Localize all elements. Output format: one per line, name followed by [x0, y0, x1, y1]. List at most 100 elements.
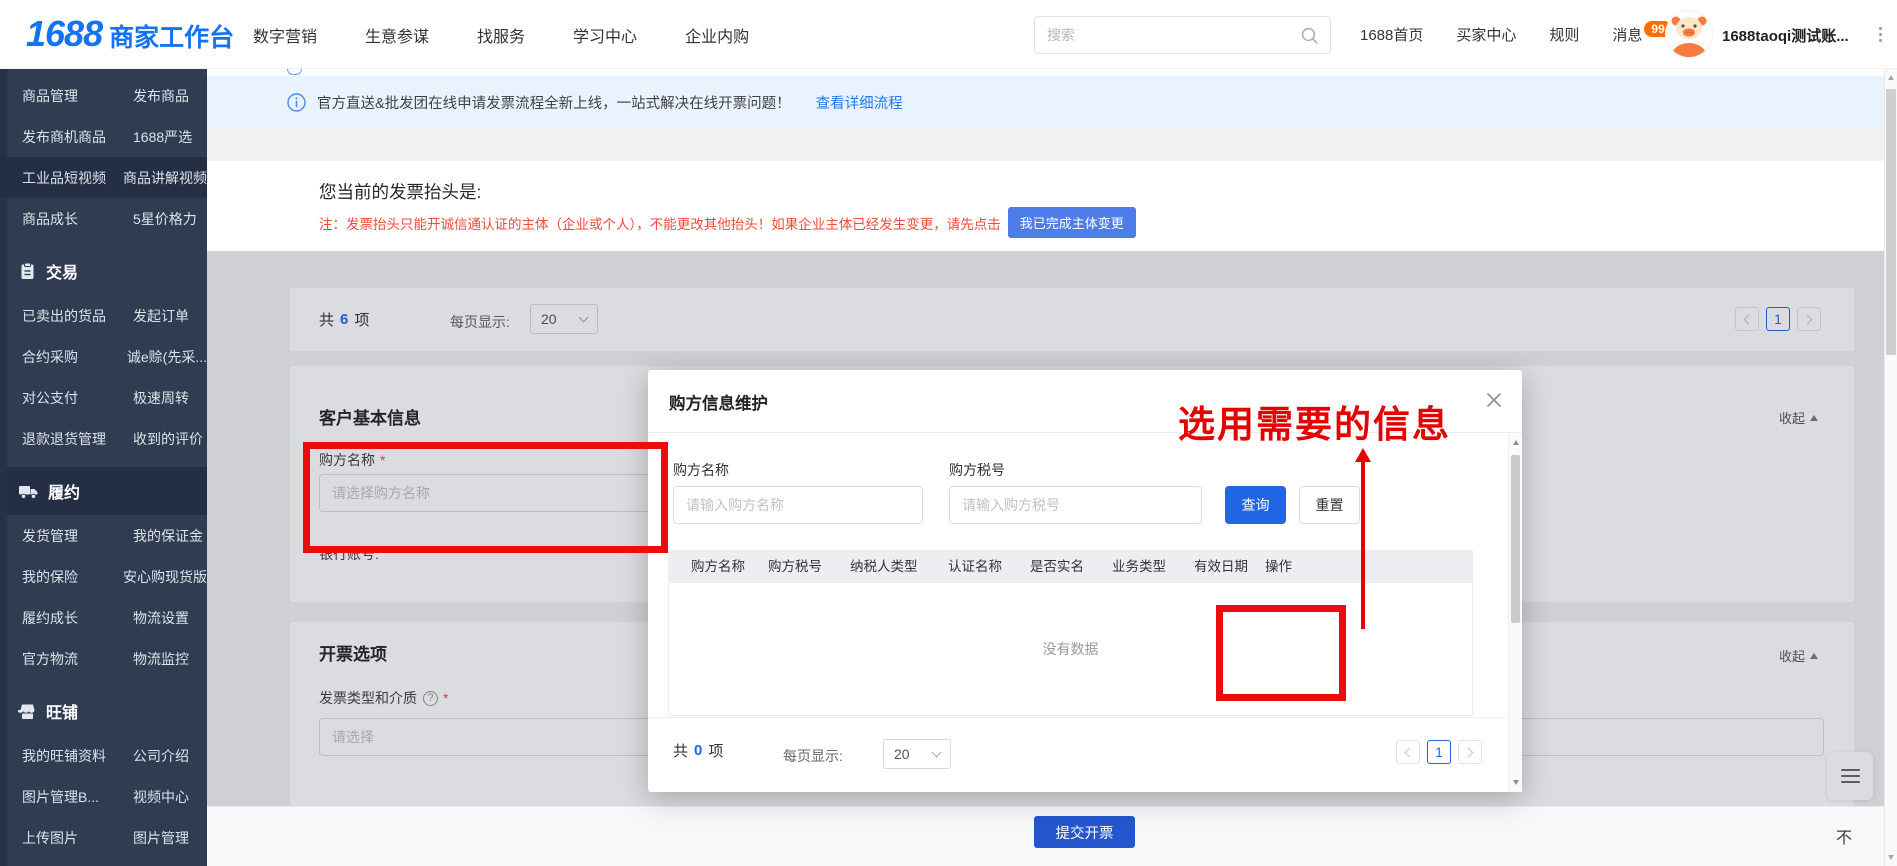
sidebar: 商品管理 发布商品 发布商机商品 1688严选 工业品短视频 商品讲解视频 商品… — [0, 69, 207, 866]
sidebar-row: 图片管理B... 视频中心 — [0, 776, 207, 817]
scroll-up-icon[interactable] — [1888, 75, 1894, 80]
sidebar-item[interactable]: 极速周转 — [133, 388, 207, 408]
modal-next-page-button[interactable] — [1458, 740, 1482, 764]
sidebar-item[interactable]: 商品讲解视频 — [123, 168, 207, 188]
link-rules[interactable]: 规则 — [1549, 24, 1579, 45]
modal-buyer-name-input[interactable] — [673, 486, 923, 524]
sidebar-item[interactable]: 官方物流 — [22, 649, 133, 669]
sidebar-item[interactable]: 履约成长 — [22, 608, 133, 628]
sidebar-item[interactable]: 商品管理 — [22, 86, 133, 106]
search-input[interactable] — [1035, 27, 1300, 43]
logo-number: 1688 — [26, 13, 102, 55]
account-name[interactable]: 1688taoqi测试账... — [1722, 25, 1856, 46]
sidebar-item[interactable]: 对公支付 — [22, 388, 133, 408]
link-1688-home[interactable]: 1688首页 — [1360, 24, 1423, 45]
modal-title: 购方信息维护 — [669, 390, 768, 414]
sidebar-item[interactable]: 物流设置 — [133, 608, 207, 628]
sidebar-row: 合约采购 诚e赊(先采... — [0, 336, 207, 377]
nav-item-enterprise-purchase[interactable]: 企业内购 — [685, 23, 749, 47]
buyer-table: 购方名称 购方税号 纳税人类型 认证名称 是否实名 业务类型 有效日期 操作 没… — [668, 550, 1473, 716]
invoice-header-section: 您当前的发票抬头是: 注：发票抬头只能开诚信通认证的主体（企业或个人），不能更改… — [207, 161, 1884, 251]
sidebar-item[interactable]: 收到的评价 — [133, 429, 207, 449]
col-header: 购方名称 — [691, 550, 745, 583]
modal-prev-page-button[interactable] — [1396, 740, 1420, 764]
nav-item-business-advisor[interactable]: 生意参谋 — [365, 23, 429, 47]
floating-text-fragment: 不 — [1836, 824, 1852, 848]
more-menu-icon[interactable] — [1877, 25, 1884, 44]
col-header: 认证名称 — [948, 550, 1002, 583]
scroll-down-icon[interactable] — [1888, 855, 1894, 860]
avatar[interactable] — [1666, 11, 1712, 57]
info-icon — [287, 93, 306, 112]
annotation-rect-table — [1216, 605, 1346, 701]
sidebar-item[interactable]: 发布商品 — [133, 86, 207, 106]
scrolled-notice-sliver — [207, 69, 1884, 76]
sidebar-row: 商品管理 发布商品 — [0, 75, 207, 116]
sidebar-item[interactable]: 诚e赊(先采... — [127, 347, 207, 367]
invoice-warning-row: 注：发票抬头只能开诚信通认证的主体（企业或个人），不能更改其他抬头！如果企业主体… — [319, 207, 1136, 238]
sidebar-section-title: 交易 — [46, 259, 78, 283]
nav-item-digital-marketing[interactable]: 数字营销 — [253, 23, 317, 47]
modal-scrollbar[interactable] — [1508, 433, 1522, 792]
link-buyer-center[interactable]: 买家中心 — [1456, 24, 1516, 45]
sidebar-item[interactable]: 上传图片 — [22, 828, 133, 848]
sidebar-item[interactable]: 商品成长 — [22, 209, 133, 229]
nav-item-find-services[interactable]: 找服务 — [477, 23, 525, 47]
shop-icon — [18, 702, 37, 720]
modal-page-size-select[interactable]: 20 — [883, 739, 951, 769]
sidebar-item[interactable]: 发布商机商品 — [22, 127, 133, 147]
modal-scrollbar-thumb[interactable] — [1511, 455, 1520, 623]
sidebar-item[interactable]: 我的保证金 — [133, 526, 207, 546]
sidebar-item[interactable]: 安心购现货版 — [123, 567, 207, 587]
col-header: 业务类型 — [1112, 550, 1166, 583]
col-header: 有效日期 — [1194, 550, 1248, 583]
reset-button[interactable]: 重置 — [1299, 486, 1360, 524]
sidebar-item[interactable]: 退款退货管理 — [22, 429, 133, 449]
modal-pagination: 1 — [1396, 740, 1482, 764]
sidebar-item[interactable]: 发货管理 — [22, 526, 133, 546]
sidebar-row: 官方物流 物流监控 — [0, 638, 207, 679]
sidebar-item[interactable]: 公司介绍 — [133, 746, 207, 766]
sidebar-row: 我的保险 安心购现货版 — [0, 556, 207, 597]
sidebar-item[interactable]: 视频中心 — [133, 787, 207, 807]
invoice-warning-text: 注：发票抬头只能开诚信通认证的主体（企业或个人），不能更改其他抬头！如果企业主体… — [319, 213, 1001, 233]
sidebar-item[interactable]: 工业品短视频 — [22, 168, 123, 188]
sidebar-item[interactable]: 图片管理B... — [22, 787, 133, 807]
page-scrollbar-thumb[interactable] — [1886, 89, 1896, 355]
close-icon[interactable] — [1482, 388, 1506, 412]
scroll-up-icon[interactable] — [1513, 440, 1519, 445]
truck-icon — [18, 483, 39, 500]
scroll-down-icon[interactable] — [1513, 780, 1519, 785]
sidebar-row: 上传图片 图片管理 — [0, 817, 207, 858]
sidebar-item[interactable]: 图片管理 — [133, 828, 207, 848]
sidebar-row: 发货管理 我的保证金 — [0, 515, 207, 556]
screen: 1688 商家工作台 数字营销 生意参谋 找服务 学习中心 企业内购 1688首… — [0, 0, 1897, 866]
sidebar-item[interactable]: 合约采购 — [22, 347, 127, 367]
sidebar-item[interactable]: 1688严选 — [133, 127, 207, 147]
query-button[interactable]: 查询 — [1225, 486, 1286, 524]
modal-tax-no-input[interactable] — [949, 486, 1202, 524]
link-messages[interactable]: 消息99 — [1612, 24, 1671, 45]
sidebar-item[interactable]: 5星价格力 — [133, 209, 207, 229]
invoice-title: 您当前的发票抬头是: — [319, 179, 481, 204]
sidebar-item[interactable]: 我的保险 — [22, 567, 123, 587]
logo[interactable]: 1688 商家工作台 — [26, 13, 234, 55]
notice-detail-link[interactable]: 查看详细流程 — [816, 92, 903, 113]
sidebar-item[interactable]: 已卖出的货品 — [22, 306, 133, 326]
modal-current-page-button[interactable]: 1 — [1427, 740, 1451, 764]
chevron-left-icon — [1405, 747, 1415, 757]
page-scrollbar[interactable] — [1884, 69, 1897, 866]
sidebar-section-trade: 交易 — [0, 247, 207, 295]
subject-change-button[interactable]: 我已完成主体变更 — [1008, 207, 1136, 238]
search-icon[interactable] — [1300, 26, 1319, 45]
modal-total: 共0项 — [673, 740, 723, 761]
sidebar-item[interactable]: 物流监控 — [133, 649, 207, 669]
submit-invoice-button[interactable]: 提交开票 — [1034, 816, 1135, 848]
sidebar-item[interactable]: 我的旺铺资料 — [22, 746, 133, 766]
nav-item-learning-center[interactable]: 学习中心 — [573, 23, 637, 47]
col-header: 是否实名 — [1030, 550, 1084, 583]
header-quick-links: 1688首页 买家中心 规则 消息99 — [1360, 0, 1672, 69]
sidebar-item[interactable]: 发起订单 — [133, 306, 207, 326]
notice-bar: 官方直送&批发团在线申请发票流程全新上线，一站式解决在线开票问题！ 查看详细流程 — [207, 76, 1884, 129]
annotation-rect-buyer-field — [303, 442, 668, 553]
